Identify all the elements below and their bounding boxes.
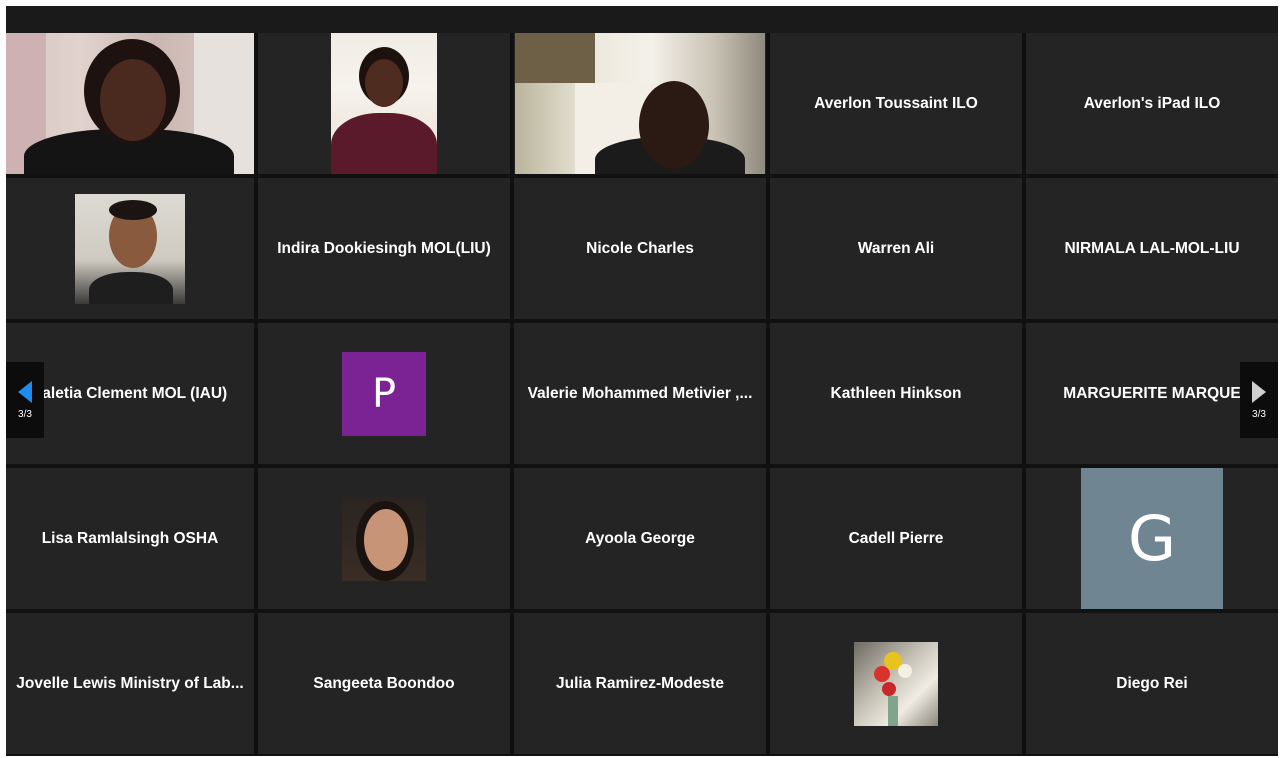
participant-name: Julia Ramirez-Modeste: [556, 674, 724, 692]
person-body: [331, 113, 437, 174]
participant-video: [515, 33, 765, 174]
avatar-letter: P: [371, 370, 397, 417]
flower: [874, 665, 890, 682]
participant-name: Cadell Pierre: [848, 529, 944, 547]
next-page-button[interactable]: 3/3: [1240, 362, 1278, 438]
participant-photo: [854, 641, 938, 726]
participant-tile[interactable]: Averlon's iPad ILO: [1026, 33, 1278, 174]
shelf: [515, 33, 595, 83]
participant-tile[interactable]: [258, 33, 510, 174]
person-hair: [109, 199, 157, 220]
participant-name: Indira Dookiesingh MOL(LIU): [277, 239, 491, 257]
participant-tile[interactable]: Averlon Toussaint ILO: [770, 33, 1022, 174]
participant-tile[interactable]: Indira Dookiesingh MOL(LIU): [258, 178, 510, 319]
participant-tile[interactable]: Ayoola George: [514, 468, 766, 609]
participant-name: Warren Ali: [857, 239, 935, 257]
avatar: G: [1081, 468, 1223, 609]
participant-name: Averlon's iPad ILO: [1083, 94, 1221, 112]
participant-name: Kathleen Hinkson: [830, 384, 962, 402]
participant-name: Sangeeta Boondoo: [313, 674, 455, 692]
flower: [898, 663, 912, 678]
participant-tile[interactable]: [6, 178, 254, 319]
person-body: [89, 271, 173, 304]
meeting-window: Averlon Toussaint ILO Averlon's iPad ILO…: [6, 6, 1278, 756]
top-bar: [6, 6, 1278, 33]
participant-tile[interactable]: Jovelle Lewis Ministry of Lab...: [6, 613, 254, 754]
participant-tile[interactable]: Cadell Pierre: [770, 468, 1022, 609]
participant-name: Diego Rei: [1116, 674, 1188, 692]
participant-tile[interactable]: [258, 468, 510, 609]
participant-tile[interactable]: Nicole Charles: [514, 178, 766, 319]
arrow-left-icon: [18, 380, 32, 403]
participant-tile[interactable]: Valerie Mohammed Metivier ,...: [514, 323, 766, 464]
person-face: [100, 59, 166, 141]
participant-tile[interactable]: Lisa Ramlalsingh OSHA: [6, 468, 254, 609]
participant-tile[interactable]: [514, 33, 766, 174]
person-face: [364, 508, 408, 571]
participant-name: Averlon Toussaint ILO: [814, 94, 978, 112]
previous-page-button[interactable]: 3/3: [6, 362, 44, 438]
avatar-letter: G: [1127, 502, 1177, 575]
participant-name: Lisa Ramlalsingh OSHA: [41, 529, 219, 547]
participant-name: Nicole Charles: [586, 239, 694, 257]
participant-name: Valerie Mohammed Metivier ,...: [527, 384, 753, 402]
participant-photo: [75, 193, 185, 304]
participant-tile[interactable]: [6, 33, 254, 174]
participant-tile[interactable]: Julia Ramirez-Modeste: [514, 613, 766, 754]
participant-name: MARGUERITE MARQUE: [1063, 384, 1241, 402]
participant-tile[interactable]: Warren Ali: [770, 178, 1022, 319]
participant-tile[interactable]: Diego Rei: [1026, 613, 1278, 754]
participant-name: Valetia Clement MOL (IAU): [32, 384, 228, 402]
participant-name: Ayoola George: [585, 529, 695, 547]
flower: [882, 681, 896, 696]
participant-tile[interactable]: NIRMALA LAL-MOL-LIU: [1026, 178, 1278, 319]
vase: [888, 695, 898, 726]
arrow-right-icon: [1252, 380, 1266, 403]
gallery-grid: Averlon Toussaint ILO Averlon's iPad ILO…: [6, 33, 1278, 756]
page-indicator: 3/3: [1252, 408, 1266, 420]
participant-video: [331, 33, 437, 174]
participant-tile[interactable]: G: [1026, 468, 1278, 609]
participant-tile[interactable]: Sangeeta Boondoo: [258, 613, 510, 754]
participant-video: [6, 33, 254, 174]
person-face: [639, 81, 709, 169]
participant-name: NIRMALA LAL-MOL-LIU: [1064, 239, 1240, 257]
participant-name: Jovelle Lewis Ministry of Lab...: [16, 674, 244, 692]
person-face: [365, 59, 403, 107]
participant-tile[interactable]: P: [258, 323, 510, 464]
participant-tile[interactable]: [770, 613, 1022, 754]
participant-photo: [342, 496, 426, 581]
page-indicator: 3/3: [18, 408, 32, 420]
participant-tile[interactable]: Kathleen Hinkson: [770, 323, 1022, 464]
avatar: P: [342, 351, 426, 436]
